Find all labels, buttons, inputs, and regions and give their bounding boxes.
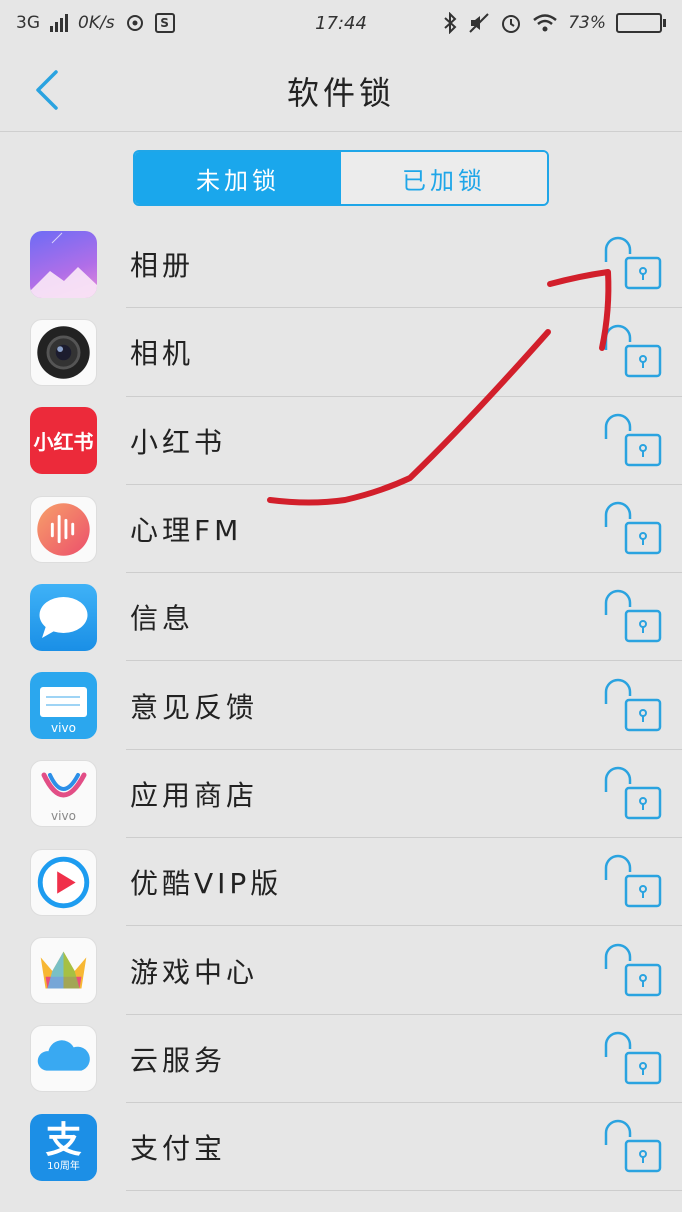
- xiaohongshu-icon: 小红书: [30, 407, 97, 475]
- battery-icon: [616, 13, 666, 33]
- unlocked-padlock-icon[interactable]: [600, 850, 664, 914]
- app-name: 相机: [130, 337, 195, 371]
- s-app-icon: S: [154, 13, 175, 33]
- app-row-app-store[interactable]: vivo 应用商店: [0, 750, 682, 839]
- feedback-icon: vivo: [30, 672, 97, 740]
- app-row-game-center[interactable]: 游戏中心: [0, 926, 682, 1015]
- alipay-icon-text: 支: [45, 1120, 82, 1162]
- alipay-icon: 支 10周年: [30, 1113, 97, 1181]
- network-speed: 0K/s: [78, 13, 115, 33]
- messages-icon: [30, 583, 97, 651]
- alarm-icon: [502, 15, 521, 33]
- unlocked-padlock-icon[interactable]: [600, 674, 664, 738]
- status-right: 73%: [442, 12, 666, 34]
- signal-bars-icon: [50, 14, 68, 32]
- app-row-alipay[interactable]: 支 10周年 支付宝: [0, 1103, 682, 1192]
- app-row-cloud[interactable]: 云服务: [0, 1015, 682, 1104]
- tab-unlocked[interactable]: 未加锁: [135, 152, 341, 204]
- page-title: 软件锁: [286, 74, 395, 112]
- unlocked-padlock-icon[interactable]: [600, 409, 664, 473]
- unlocked-padlock-icon[interactable]: [600, 1115, 664, 1179]
- unlocked-padlock-icon[interactable]: [600, 939, 664, 1003]
- status-bar: 3G 0K/s S 17:44 73%: [0, 0, 682, 46]
- app-row-feedback[interactable]: vivo 意见反馈: [0, 661, 682, 751]
- lock-status-tabs: 未加锁 已加锁: [133, 150, 549, 206]
- app-store-icon: vivo: [30, 760, 97, 828]
- youku-icon: [30, 848, 97, 916]
- back-button[interactable]: [28, 68, 68, 112]
- tab-locked[interactable]: 已加锁: [341, 152, 547, 204]
- hotspot-icon: [126, 15, 143, 31]
- cloud-icon: [30, 1025, 97, 1093]
- unlocked-padlock-icon[interactable]: [600, 320, 664, 384]
- bluetooth-icon: [444, 12, 457, 34]
- camera-icon: [30, 318, 97, 386]
- battery-percent: 73%: [568, 13, 606, 33]
- app-name: 云服务: [130, 1043, 227, 1077]
- chevron-left-icon: [36, 70, 58, 110]
- xinli-fm-icon: [30, 495, 97, 563]
- title-bar: 软件锁: [0, 46, 682, 132]
- app-row-messages[interactable]: 信息: [0, 573, 682, 662]
- app-name: 意见反馈: [130, 690, 259, 724]
- status-left: 3G 0K/s S: [16, 13, 175, 33]
- app-store-icon-text: vivo: [51, 808, 76, 823]
- app-name: 信息: [130, 602, 195, 636]
- xiaohongshu-icon-text: 小红书: [33, 430, 94, 455]
- app-list: 相册 相机 小红书 小红书 心理FM 信息 vivo 意见反馈 vivo 应用商…: [0, 220, 682, 1192]
- unlocked-padlock-icon[interactable]: [600, 232, 664, 296]
- app-name: 心理FM: [130, 514, 243, 548]
- app-name: 相册: [130, 249, 195, 283]
- unlocked-padlock-icon[interactable]: [600, 762, 664, 826]
- mute-icon: [469, 13, 489, 33]
- network-type: 3G: [16, 13, 40, 33]
- wifi-icon: [533, 14, 557, 32]
- album-icon: [30, 230, 97, 298]
- app-row-xinli-fm[interactable]: 心理FM: [0, 485, 682, 574]
- app-row-camera[interactable]: 相机: [0, 308, 682, 397]
- unlocked-padlock-icon[interactable]: [600, 1027, 664, 1091]
- app-row-album[interactable]: 相册: [0, 220, 682, 309]
- unlocked-padlock-icon[interactable]: [600, 497, 664, 561]
- feedback-icon-text: vivo: [51, 720, 76, 735]
- app-row-youku[interactable]: 优酷VIP版: [0, 838, 682, 927]
- alipay-icon-subtext: 10周年: [47, 1161, 80, 1173]
- app-row-xiaohongshu[interactable]: 小红书 小红书: [0, 397, 682, 486]
- game-center-icon: [30, 937, 97, 1005]
- app-name: 小红书: [130, 425, 227, 459]
- app-name: 应用商店: [130, 778, 259, 812]
- app-name: 支付宝: [130, 1132, 227, 1166]
- app-name: 游戏中心: [130, 955, 259, 989]
- unlocked-padlock-icon[interactable]: [600, 585, 664, 649]
- app-name: 优酷VIP版: [130, 867, 283, 901]
